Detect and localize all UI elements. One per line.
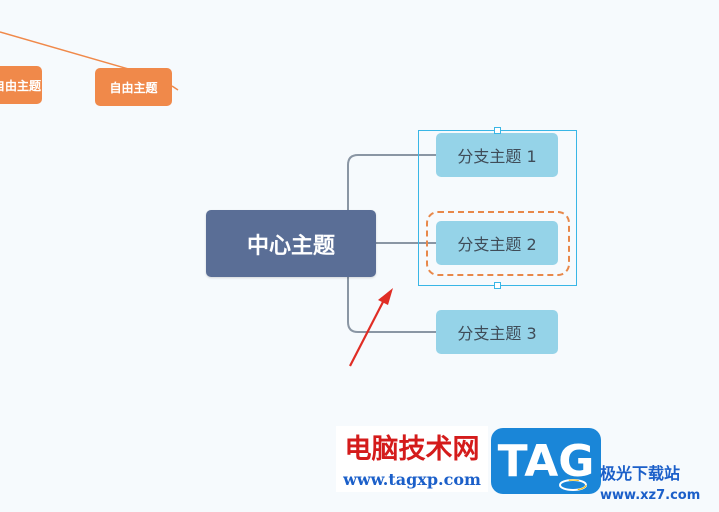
resize-handle-top[interactable] — [494, 127, 501, 134]
free-topic-tail — [171, 85, 179, 91]
resize-handle-bottom[interactable] — [494, 282, 501, 289]
free-topic-partial[interactable]: 自由主题 — [0, 66, 42, 104]
mindmap-canvas[interactable]: 自由主题 自由主题 中心主题 分支主题 1 分支主题 2 分支主题 3 电脑技术… — [0, 0, 719, 512]
branch-connector-1 — [347, 154, 436, 210]
watermark-partner-name: 极光下载站 — [600, 464, 681, 483]
central-topic[interactable]: 中心主题 — [206, 210, 376, 277]
branch-topic-1[interactable]: 分支主题 1 — [436, 133, 558, 177]
swoosh-icon — [559, 479, 587, 491]
free-topic-connector — [0, 31, 133, 71]
free-topic[interactable]: 自由主题 — [95, 68, 172, 106]
watermark-site-url: www.tagxp.com — [336, 466, 488, 492]
branch-topic-3[interactable]: 分支主题 3 — [436, 310, 558, 354]
branch-topic-2[interactable]: 分支主题 2 — [436, 221, 558, 265]
red-arrow-icon — [349, 288, 393, 367]
watermark-site-name: 电脑技术网 — [336, 426, 488, 466]
watermark-partner-url: www.xz7.com — [600, 487, 701, 503]
branch-connector-3 — [347, 277, 436, 333]
